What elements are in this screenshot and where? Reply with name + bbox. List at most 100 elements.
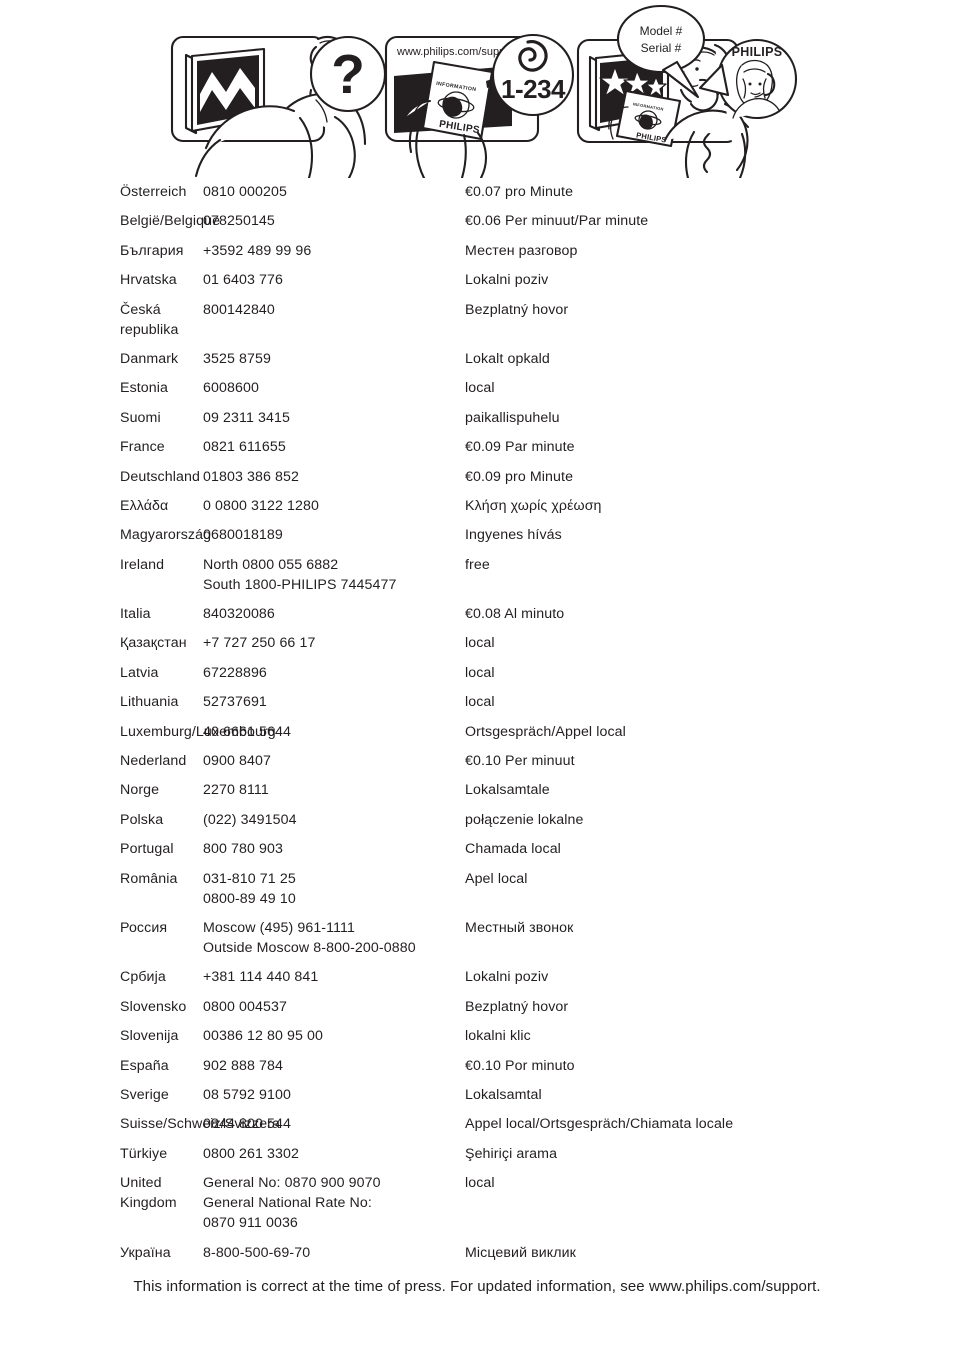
country-label: Deutschland	[120, 468, 200, 485]
call-rate-label: free	[465, 556, 490, 573]
table-row: Österreich 0810 000205 €0.07 pro Minute	[0, 182, 954, 202]
call-rate-label: Lokalsamtal	[465, 1086, 542, 1103]
table-row: United Kingdom General No: 0870 900 9070 …	[0, 1173, 954, 1233]
table-row: Lithuania 52737691 local	[0, 692, 954, 712]
country-label: Suomi	[120, 409, 161, 426]
country-label: Česká republika	[120, 301, 179, 338]
table-row: Italia 840320086 €0.08 Al minuto	[0, 604, 954, 624]
call-rate-label: Місцевий виклик	[465, 1244, 576, 1261]
panel-call-support: INFORMATION PHILIPS Model # Serial # PHI…	[576, 4, 798, 178]
table-row: Norge 2270 8111 Lokalsamtale	[0, 780, 954, 800]
call-rate-label: Κλήση χωρίς χρέωση	[465, 497, 602, 514]
phone-number-value: 800 780 903	[203, 841, 283, 858]
phone-number-value: North 0800 055 6882 South 1800-PHILIPS 7…	[203, 556, 397, 593]
phone-number-value: 0844 800 544	[203, 1116, 291, 1133]
phone-number-value: +3592 489 99 96	[203, 242, 312, 259]
table-row: Česká republika 800142840 Bezplatný hovor	[0, 300, 954, 340]
table-row: Latvia 67228896 local	[0, 663, 954, 683]
call-rate-label: Bezplatný hovor	[465, 301, 569, 318]
table-row: Ireland North 0800 055 6882 South 1800-PH…	[0, 555, 954, 595]
country-label: Latvia	[120, 664, 159, 681]
phone-number-value: 40 6661 5644	[203, 723, 291, 740]
phone-number-value: +381 114 440 841	[203, 969, 319, 986]
call-rate-label: Lokalni poziv	[465, 272, 549, 289]
phone-number-value: 840320086	[203, 606, 275, 623]
table-row: Ελλάδα 0 0800 3122 1280 Κλήση χωρίς χρέωση	[0, 496, 954, 516]
table-row: Estonia 6008600 local	[0, 378, 954, 398]
country-label: Luxemburg/Luxembourg	[120, 723, 276, 740]
phone-number-value: 0810 000205	[203, 184, 287, 200]
table-row: Türkiye 0800 261 3302 Şehiriçi arama	[0, 1144, 954, 1164]
country-label: España	[120, 1057, 169, 1074]
call-rate-label: Местен разговор	[465, 242, 578, 259]
call-rate-label: Bezplatný hovor	[465, 998, 569, 1015]
country-label: Österreich	[120, 184, 187, 200]
philips-brand-label: PHILIPS	[732, 45, 783, 59]
phone-number-value: 0821 611655	[203, 439, 286, 456]
phone-number-value: 01 6403 776	[203, 272, 283, 289]
call-rate-label: €0.10 Por minuto	[465, 1057, 575, 1074]
phone-number-value: +7 727 250 66 17	[203, 635, 316, 652]
call-rate-label: Lokalni poziv	[465, 969, 549, 986]
call-rate-label: local	[465, 694, 495, 711]
call-rate-label: €0.09 pro Minute	[465, 468, 574, 485]
call-rate-label: local	[465, 664, 495, 681]
call-rate-label: Chamada local	[465, 841, 561, 858]
phone-number-value: (022) 3491504	[203, 811, 297, 828]
call-rate-label: Ortsgespräch/Appel local	[465, 723, 626, 740]
country-label: Қазақстан	[120, 635, 187, 652]
phone-number-value: 902 888 784	[203, 1057, 283, 1074]
country-label: Norge	[120, 782, 160, 799]
country-label: Hrvatska	[120, 272, 177, 289]
call-rate-label: Appel local/Ortsgespräch/Chiamata locale	[465, 1116, 734, 1133]
phone-number-value: Moscow (495) 961-1111 Outside Moscow 8-8…	[203, 919, 416, 956]
phone-number-value: 0680018189	[203, 527, 283, 544]
panel-support-website: www.philips.com/support INFORMATION PHIL…	[384, 33, 575, 178]
call-rate-label: Местный звонок	[465, 919, 574, 936]
call-rate-label: Şehiriçi arama	[465, 1145, 558, 1162]
country-label: Україна	[120, 1244, 171, 1261]
call-rate-label: Lokalsamtale	[465, 782, 550, 799]
support-illustration-band: .ln { fill:none; stroke:#231f20; stroke-…	[0, 0, 954, 178]
question-mark-glyph: ?	[331, 43, 365, 105]
phone-number-value: 52737691	[203, 694, 267, 711]
country-label: Ireland	[120, 556, 165, 573]
table-row: Србија +381 114 440 841 Lokalni poziv	[0, 967, 954, 987]
country-label: Slovenija	[120, 1028, 179, 1045]
call-rate-label: €0.07 pro Minute	[465, 184, 574, 200]
table-row: Danmark 3525 8759 Lokalt opkald	[0, 349, 954, 369]
phone-number-value: 0800 261 3302	[203, 1145, 299, 1162]
phone-badge-number: 1-234	[501, 74, 566, 104]
call-rate-label: lokalni klic	[465, 1028, 531, 1045]
phone-number-value: 08 5792 9100	[203, 1086, 291, 1103]
country-label: Lithuania	[120, 694, 179, 711]
table-row: België/Belgique 078250145 €0.06 Per minuut…	[0, 211, 954, 231]
call-rate-label: €0.09 Par minute	[465, 439, 575, 456]
table-row: Portugal 800 780 903 Chamada local	[0, 839, 954, 859]
call-rate-label: połączenie lokalne	[465, 811, 584, 828]
country-label: Suisse/Schweiz/Svizzera	[120, 1116, 280, 1133]
call-rate-label: local	[465, 635, 495, 652]
country-label: România	[120, 870, 178, 887]
country-label: Србија	[120, 969, 166, 986]
serial-number-label: Serial #	[641, 41, 682, 55]
country-label: België/Belgique	[120, 213, 221, 230]
call-rate-label: €0.08 Al minuto	[465, 606, 565, 623]
call-rate-label: €0.10 Per minuut	[465, 753, 575, 770]
support-phone-table: Österreich 0810 000205 €0.07 pro Minute Bel…	[0, 182, 954, 1272]
country-label: Ελλάδα	[120, 497, 169, 514]
table-row: España 902 888 784 €0.10 Por minuto	[0, 1056, 954, 1076]
phone-number-value: General No: 0870 900 9070 General Nation…	[203, 1175, 381, 1232]
phone-number-value: 3525 8759	[203, 350, 271, 367]
table-row: Magyarország 0680018189 Ingyenes hívás	[0, 525, 954, 545]
country-label: Danmark	[120, 350, 179, 367]
phone-number-value: 078250145	[203, 213, 275, 230]
table-row: Hrvatska 01 6403 776 Lokalni poziv	[0, 270, 954, 290]
call-rate-label: local	[465, 380, 495, 397]
phone-number-value: 0900 8407	[203, 753, 271, 770]
country-label: България	[120, 242, 184, 259]
table-row: France 0821 611655 €0.09 Par minute	[0, 437, 954, 457]
country-label: United Kingdom	[120, 1175, 177, 1212]
call-rate-label: local	[465, 1175, 495, 1192]
phone-number-bubble: 1-234	[491, 33, 575, 117]
